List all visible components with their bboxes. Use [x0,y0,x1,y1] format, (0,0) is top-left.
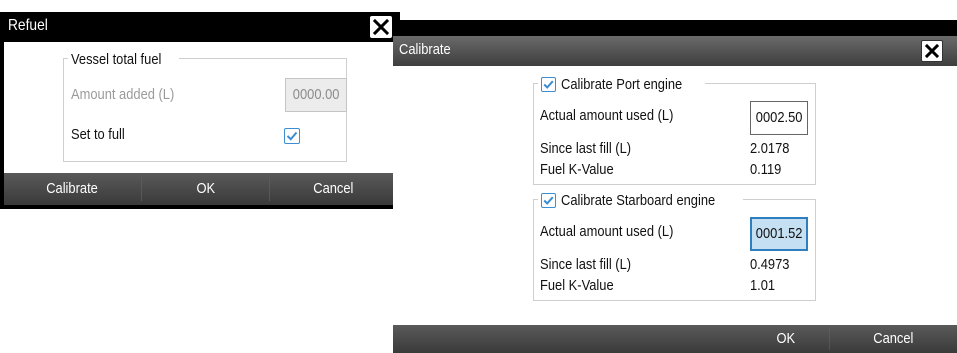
calibrate-ok-label: OK [776,330,796,347]
starboard-engine-title: Calibrate Starboard engine [561,191,716,209]
checkmark-icon [286,131,298,141]
port-amount-used-value: 0002.50 [755,109,803,126]
vessel-total-fuel-title: Vessel total fuel [71,50,162,68]
refuel-footer: Calibrate OK Cancel [4,173,396,205]
calibrate-close-button[interactable] [921,40,943,62]
calibrate-cancel-button[interactable]: Cancel [830,325,957,353]
refuel-title: Refuel [8,17,48,34]
starboard-amount-used-label: Actual amount used (L) [540,223,674,240]
refuel-close-button[interactable] [370,16,392,38]
calibrate-starboard-engine-checkbox[interactable] [541,192,556,208]
starboard-fuel-k-value-label: Fuel K-Value [540,277,614,294]
vessel-total-fuel-legend: Vessel total fuel [68,49,180,69]
calibrate-dialog: Calibrate Calibrate Port engine Actual a… [393,20,957,353]
port-fuel-k-value: 0.119 [750,161,782,178]
refuel-body: Vessel total fuel Amount added (L) 0000.… [4,42,396,173]
port-engine-title: Calibrate Port engine [561,75,683,93]
calibrate-port-engine-checkbox[interactable] [541,76,556,92]
refuel-cancel-button[interactable]: Cancel [270,173,396,205]
refuel-ok-label: OK [196,180,215,197]
port-amount-used-label: Actual amount used (L) [540,107,674,124]
calibrate-button[interactable]: Calibrate [4,173,141,205]
port-amount-used-field[interactable]: 0002.50 [750,101,808,135]
starboard-fuel-k-value: 1.01 [750,277,776,294]
refuel-titlebar: Refuel [0,12,400,42]
calibrate-port-engine-group: Calibrate Port engine Actual amount used… [533,74,816,185]
refuel-ok-button[interactable]: OK [142,173,269,205]
port-fuel-k-value-label: Fuel K-Value [540,161,614,178]
refuel-cancel-label: Cancel [312,180,354,197]
calibrate-button-label: Calibrate [46,180,99,197]
calibrate-cancel-label: Cancel [873,330,914,347]
refuel-dialog: Refuel Vessel total fuel Amount added (L… [0,12,400,209]
starboard-amount-used-value: 0001.52 [755,225,803,242]
starboard-since-last-fill-label: Since last fill (L) [540,256,632,273]
calibrate-titlebar: Calibrate [393,36,957,66]
calibrate-footer: OK Cancel [393,325,957,353]
vessel-total-fuel-group: Vessel total fuel Amount added (L) 0000.… [63,49,347,162]
calibrate-ok-button[interactable]: OK [743,325,829,353]
amount-added-value: 0000.00 [292,86,340,103]
starboard-since-last-fill-value: 0.4973 [750,256,790,273]
calibrate-top-strip [393,20,957,36]
checkmark-icon [543,196,554,205]
checkmark-icon [543,80,554,89]
set-to-full-checkbox[interactable] [284,128,300,144]
close-icon [924,43,940,59]
starboard-engine-legend: Calibrate Starboard engine [538,190,744,210]
close-icon [372,18,390,36]
starboard-engine-checkbox-wrap [541,192,556,208]
port-engine-legend: Calibrate Port engine [538,74,705,94]
amount-added-field[interactable]: 0000.00 [285,78,347,112]
amount-added-label: Amount added (L) [71,86,175,103]
port-since-last-fill-label: Since last fill (L) [540,140,632,157]
port-since-last-fill-value: 2.0178 [750,140,790,157]
starboard-amount-used-field[interactable]: 0001.52 [750,217,808,251]
set-to-full-label: Set to full [71,126,125,143]
calibrate-starboard-engine-group: Calibrate Starboard engine Actual amount… [533,190,816,301]
calibrate-title: Calibrate [399,41,451,58]
port-engine-checkbox-wrap [541,76,556,92]
